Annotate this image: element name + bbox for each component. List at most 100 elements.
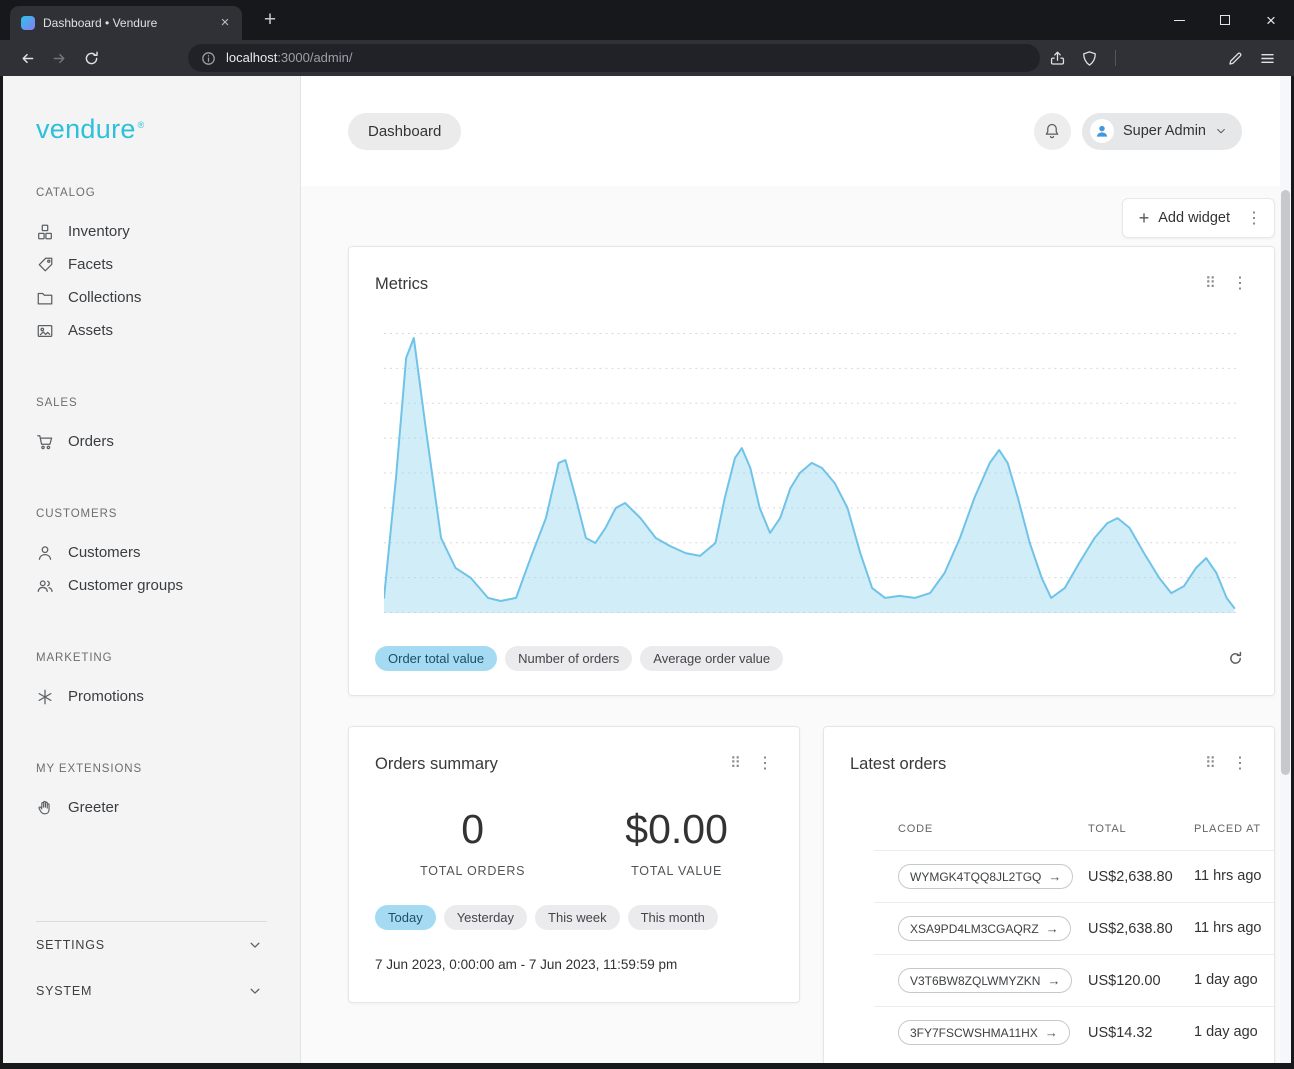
user-avatar-icon (1094, 123, 1110, 139)
window-minimize-button[interactable] (1156, 0, 1202, 40)
table-row: XSA9PD4LM3CGAQRZ→ US$2,638.80 11 hrs ago (874, 902, 1274, 954)
users-icon (36, 577, 54, 595)
back-button[interactable] (12, 43, 42, 73)
avatar (1090, 119, 1114, 143)
main-content: Dashboard Super Admin + (301, 76, 1291, 1063)
close-icon: × (1266, 12, 1276, 29)
add-widget-container: + Add widget ⋮ (1122, 198, 1275, 238)
table-row: WYMGK4TQQ8JL2TGQ→ US$2,638.80 11 hrs ago (874, 850, 1274, 902)
maximize-icon (1220, 15, 1230, 25)
sidebar-item-facets[interactable]: Facets (3, 248, 300, 281)
chevron-down-icon (248, 984, 262, 998)
browser-tab[interactable]: Dashboard • Vendure × (10, 6, 242, 40)
scrollbar-thumb[interactable] (1281, 190, 1290, 775)
arrow-right-icon: → (1046, 921, 1059, 936)
sidebar-item-inventory[interactable]: Inventory (3, 215, 300, 248)
tag-icon (36, 256, 54, 274)
menu-button[interactable] (1252, 43, 1282, 73)
sidebar-section-my-extensions: MY EXTENSIONS Greeter (3, 763, 300, 824)
breadcrumb-dashboard[interactable]: Dashboard (348, 113, 461, 150)
pencil-icon (1227, 50, 1244, 67)
range-tab-yesterday[interactable]: Yesterday (444, 905, 527, 930)
drag-handle[interactable]: ⠿ (1205, 276, 1216, 291)
edit-button[interactable] (1220, 43, 1250, 73)
url-host: localhost (226, 50, 277, 65)
arrow-right-icon: → (1045, 1025, 1058, 1040)
sidebar-item-settings[interactable]: SETTINGS (3, 922, 300, 968)
user-name: Super Admin (1123, 123, 1206, 139)
plus-icon: + (1139, 209, 1150, 227)
new-tab-button[interactable]: + (258, 8, 282, 32)
widget-options-menu-button[interactable]: ⋮ (1240, 199, 1274, 237)
range-tab-today[interactable]: Today (375, 905, 436, 930)
scrollbar[interactable] (1280, 76, 1291, 1063)
bell-icon (1043, 122, 1061, 140)
orders-summary-title: Orders summary (375, 753, 498, 775)
sidebar-item-collections[interactable]: Collections (3, 281, 300, 314)
metrics-chart-area (384, 333, 1236, 613)
asterisk-icon (36, 688, 54, 706)
sidebar-item-system[interactable]: SYSTEM (3, 968, 300, 1014)
order-code-link[interactable]: XSA9PD4LM3CGAQRZ→ (898, 916, 1071, 941)
order-placed-at: 11 hrs ago (1194, 920, 1274, 937)
range-tab-this-month[interactable]: This month (628, 905, 718, 930)
section-label-my-extensions: MY EXTENSIONS (36, 763, 300, 777)
drag-handle[interactable]: ⠿ (730, 756, 741, 771)
sidebar-item-customers[interactable]: Customers (3, 536, 300, 569)
order-code-link[interactable]: 3FY7FSCWSHMA11HX→ (898, 1020, 1070, 1045)
range-tab-this-week[interactable]: This week (535, 905, 620, 930)
user-menu[interactable]: Super Admin (1082, 113, 1242, 150)
order-total: US$14.32 (1088, 1025, 1194, 1041)
tab-title: Dashboard • Vendure (43, 16, 208, 30)
window-maximize-button[interactable] (1202, 0, 1248, 40)
metric-tab-order-total-value[interactable]: Order total value (375, 646, 497, 671)
sidebar-item-orders[interactable]: Orders (3, 425, 300, 458)
arrow-right-icon: → (1048, 869, 1061, 884)
metrics-menu-button[interactable]: ⋮ (1232, 273, 1248, 293)
tab-close-icon[interactable]: × (216, 14, 234, 32)
notifications-button[interactable] (1034, 113, 1071, 150)
share-icon (1049, 50, 1066, 67)
sidebar-section-catalog: CATALOG Inventory Facets Collections Ass… (3, 187, 300, 347)
window-close-button[interactable]: × (1248, 0, 1294, 40)
brave-shield-button[interactable] (1074, 43, 1104, 73)
latest-orders-table: CODE TOTAL PLACED AT WYMGK4TQQ8JL2TGQ→ U… (874, 823, 1274, 1058)
table-row: 3FY7FSCWSHMA11HX→ US$14.32 1 day ago (874, 1006, 1274, 1058)
hamburger-icon (1259, 50, 1276, 67)
vendure-logo[interactable]: vendure® (36, 110, 300, 145)
sidebar-item-customer-groups[interactable]: Customer groups (3, 569, 300, 602)
address-bar[interactable]: localhost:3000/admin/ (188, 44, 1040, 72)
inventory-icon (36, 223, 54, 241)
logo-text: vendure (36, 114, 136, 144)
reload-button[interactable] (76, 43, 106, 73)
site-info-icon[interactable] (200, 50, 217, 67)
order-code-link[interactable]: V3T6BW8ZQLWMYZKN→ (898, 968, 1072, 993)
cart-icon (36, 433, 54, 451)
dashboard-content: + Add widget ⋮ Metrics ⠿ ⋮ (301, 186, 1291, 1063)
forward-button[interactable] (44, 43, 74, 73)
url-text: localhost:3000/admin/ (226, 49, 352, 67)
order-total: US$2,638.80 (1088, 869, 1194, 885)
latest-orders-menu-button[interactable]: ⋮ (1232, 753, 1248, 773)
chevron-down-icon (1215, 125, 1227, 137)
share-button[interactable] (1042, 43, 1072, 73)
toolbar-separator (1115, 50, 1116, 66)
add-widget-button[interactable]: + Add widget (1123, 199, 1240, 237)
sidebar-item-greeter[interactable]: Greeter (3, 791, 300, 824)
refresh-button[interactable] (1222, 645, 1248, 671)
metric-tab-number-of-orders[interactable]: Number of orders (505, 646, 632, 671)
logo-mark: ® (138, 120, 145, 130)
section-label-catalog: CATALOG (36, 187, 300, 201)
forward-icon (51, 50, 68, 67)
sidebar-item-promotions[interactable]: Promotions (3, 680, 300, 713)
orders-summary-menu-button[interactable]: ⋮ (757, 753, 773, 773)
sidebar-item-assets[interactable]: Assets (3, 314, 300, 347)
sidebar-section-customers: CUSTOMERS Customers Customer groups (3, 508, 300, 602)
vendure-favicon-icon (21, 16, 35, 30)
order-code-link[interactable]: WYMGK4TQQ8JL2TGQ→ (898, 864, 1073, 889)
metrics-chart (384, 333, 1236, 613)
drag-handle[interactable]: ⠿ (1205, 756, 1216, 771)
refresh-icon (1227, 650, 1244, 667)
minimize-icon (1174, 20, 1185, 21)
metric-tab-average-order-value[interactable]: Average order value (640, 646, 783, 671)
